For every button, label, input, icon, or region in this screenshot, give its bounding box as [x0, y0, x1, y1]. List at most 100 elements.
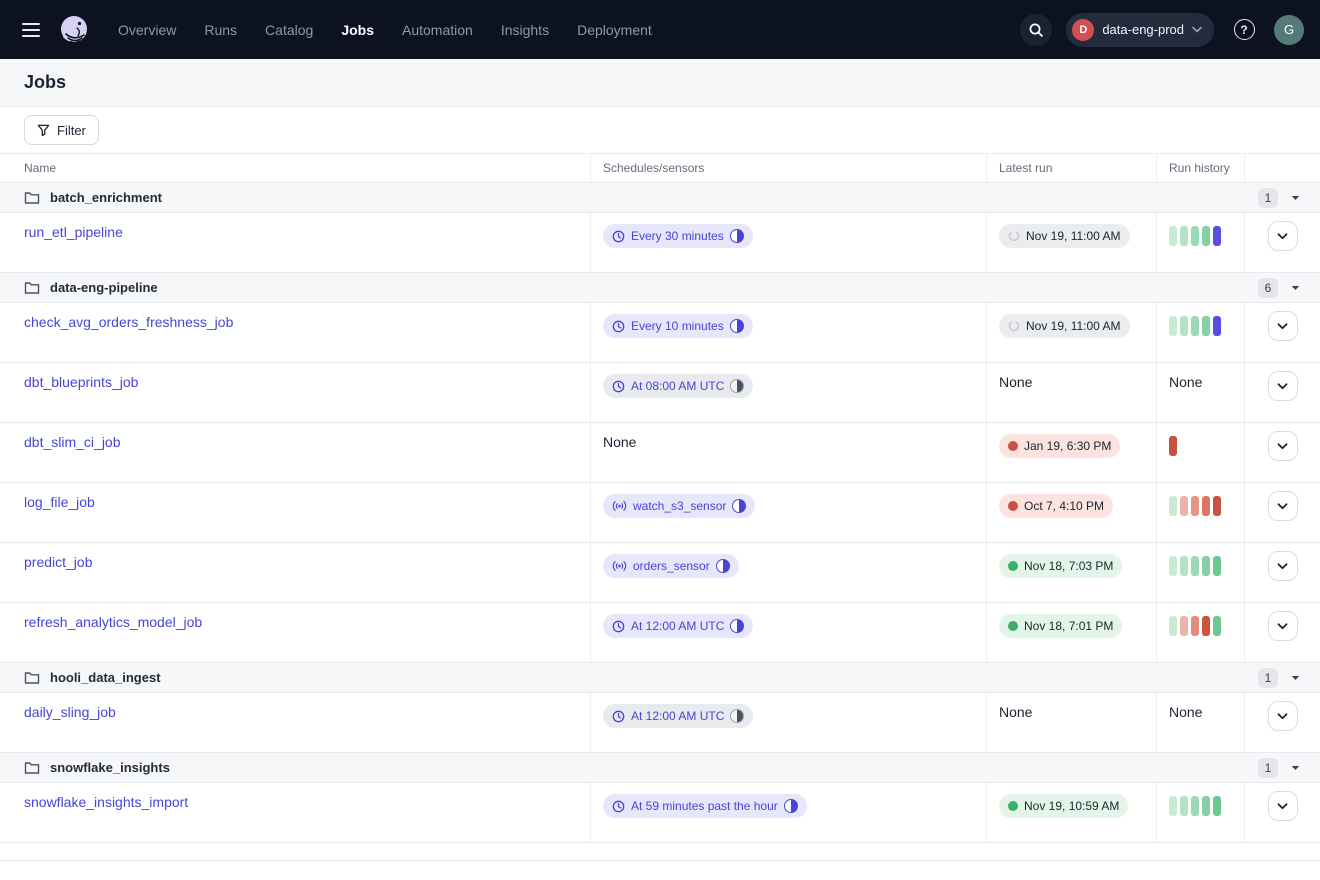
run-history-bars[interactable] — [1169, 554, 1232, 576]
latest-run-chip[interactable]: Jan 19, 6:30 PM — [999, 434, 1120, 458]
run-history-bar[interactable] — [1191, 226, 1199, 246]
caret-down-icon[interactable] — [1291, 765, 1300, 771]
schedule-chip[interactable]: Every 10 minutes — [603, 314, 753, 338]
job-link[interactable]: snowflake_insights_import — [24, 794, 188, 810]
help-button[interactable]: ? — [1228, 14, 1260, 46]
latest-run-chip[interactable]: Nov 18, 7:01 PM — [999, 614, 1122, 638]
run-history-bar[interactable] — [1169, 226, 1177, 246]
nav-item-overview[interactable]: Overview — [118, 22, 176, 38]
dagster-logo-icon[interactable] — [54, 10, 94, 50]
deployment-switcher[interactable]: D data-eng-prod — [1066, 13, 1214, 47]
run-history-bar[interactable] — [1213, 796, 1221, 816]
run-history-bar[interactable] — [1169, 556, 1177, 576]
run-history-bar[interactable] — [1169, 496, 1177, 516]
run-history-bars[interactable] — [1169, 794, 1232, 816]
job-link[interactable]: run_etl_pipeline — [24, 224, 123, 240]
nav-item-deployment[interactable]: Deployment — [577, 22, 652, 38]
run-history-bar[interactable] — [1191, 616, 1199, 636]
run-history-bar[interactable] — [1202, 226, 1210, 246]
run-history-bars[interactable] — [1169, 224, 1232, 246]
schedule-toggle-icon[interactable] — [730, 319, 744, 333]
run-history-bars[interactable] — [1169, 434, 1232, 456]
sensor-chip[interactable]: orders_sensor — [603, 554, 739, 578]
row-expand-button[interactable] — [1268, 311, 1298, 341]
run-history-bar[interactable] — [1202, 556, 1210, 576]
group-row-snowflake_insights[interactable]: snowflake_insights1 — [0, 753, 1320, 783]
latest-run-chip[interactable]: Oct 7, 4:10 PM — [999, 494, 1113, 518]
caret-down-icon[interactable] — [1291, 675, 1300, 681]
schedule-toggle-icon[interactable] — [730, 379, 744, 393]
group-row-batch_enrichment[interactable]: batch_enrichment1 — [0, 183, 1320, 213]
run-history-bar[interactable] — [1180, 226, 1188, 246]
row-expand-button[interactable] — [1268, 611, 1298, 641]
run-history-bar[interactable] — [1202, 496, 1210, 516]
row-expand-button[interactable] — [1268, 551, 1298, 581]
search-button[interactable] — [1020, 14, 1052, 46]
latest-run-chip[interactable]: Nov 18, 7:03 PM — [999, 554, 1122, 578]
latest-run-chip[interactable]: Nov 19, 11:00 AM — [999, 314, 1130, 338]
run-history-bars[interactable] — [1169, 494, 1232, 516]
run-history-bar[interactable] — [1213, 556, 1221, 576]
run-history-bar[interactable] — [1213, 316, 1221, 336]
run-history-bar[interactable] — [1180, 796, 1188, 816]
nav-item-automation[interactable]: Automation — [402, 22, 473, 38]
job-link[interactable]: log_file_job — [24, 494, 95, 510]
run-history-bar[interactable] — [1169, 796, 1177, 816]
row-expand-button[interactable] — [1268, 431, 1298, 461]
nav-item-jobs[interactable]: Jobs — [341, 22, 374, 38]
row-expand-button[interactable] — [1268, 371, 1298, 401]
schedule-chip[interactable]: At 08:00 AM UTC — [603, 374, 753, 398]
filter-button[interactable]: Filter — [24, 115, 99, 145]
row-expand-button[interactable] — [1268, 221, 1298, 251]
run-history-bar[interactable] — [1191, 496, 1199, 516]
run-history-bar[interactable] — [1169, 316, 1177, 336]
sensor-toggle-icon[interactable] — [716, 559, 730, 573]
run-history-bar[interactable] — [1213, 616, 1221, 636]
schedule-chip[interactable]: Every 30 minutes — [603, 224, 753, 248]
run-history-bar[interactable] — [1191, 796, 1199, 816]
row-expand-button[interactable] — [1268, 491, 1298, 521]
nav-item-insights[interactable]: Insights — [501, 22, 549, 38]
schedule-toggle-icon[interactable] — [730, 229, 744, 243]
row-expand-button[interactable] — [1268, 791, 1298, 821]
run-history-bars[interactable] — [1169, 314, 1232, 336]
run-history-bar[interactable] — [1213, 226, 1221, 246]
run-history-bar[interactable] — [1180, 556, 1188, 576]
run-history-bar[interactable] — [1213, 496, 1221, 516]
job-link[interactable]: check_avg_orders_freshness_job — [24, 314, 233, 330]
run-history-bar[interactable] — [1202, 316, 1210, 336]
schedule-chip[interactable]: At 59 minutes past the hour — [603, 794, 807, 818]
schedule-chip[interactable]: At 12:00 AM UTC — [603, 614, 753, 638]
job-link[interactable]: daily_sling_job — [24, 704, 116, 720]
schedule-toggle-icon[interactable] — [784, 799, 798, 813]
latest-run-chip[interactable]: Nov 19, 11:00 AM — [999, 224, 1130, 248]
run-history-bar[interactable] — [1169, 436, 1177, 456]
menu-icon[interactable] — [16, 15, 46, 45]
run-history-bar[interactable] — [1180, 616, 1188, 636]
schedule-toggle-icon[interactable] — [730, 619, 744, 633]
schedule-chip[interactable]: At 12:00 AM UTC — [603, 704, 753, 728]
caret-down-icon[interactable] — [1291, 285, 1300, 291]
run-history-bar[interactable] — [1202, 796, 1210, 816]
run-history-bar[interactable] — [1191, 556, 1199, 576]
run-history-bar[interactable] — [1180, 496, 1188, 516]
schedule-toggle-icon[interactable] — [730, 709, 744, 723]
group-row-data-eng-pipeline[interactable]: data-eng-pipeline6 — [0, 273, 1320, 303]
run-history-bar[interactable] — [1202, 616, 1210, 636]
job-link[interactable]: dbt_slim_ci_job — [24, 434, 121, 450]
caret-down-icon[interactable] — [1291, 195, 1300, 201]
run-history-bar[interactable] — [1180, 316, 1188, 336]
row-expand-button[interactable] — [1268, 701, 1298, 731]
sensor-chip[interactable]: watch_s3_sensor — [603, 494, 755, 518]
job-link[interactable]: dbt_blueprints_job — [24, 374, 138, 390]
job-link[interactable]: predict_job — [24, 554, 93, 570]
user-avatar[interactable]: G — [1274, 15, 1304, 45]
run-history-bars[interactable] — [1169, 614, 1232, 636]
nav-item-runs[interactable]: Runs — [204, 22, 237, 38]
job-link[interactable]: refresh_analytics_model_job — [24, 614, 202, 630]
latest-run-chip[interactable]: Nov 19, 10:59 AM — [999, 794, 1128, 818]
run-history-bar[interactable] — [1169, 616, 1177, 636]
group-row-hooli_data_ingest[interactable]: hooli_data_ingest1 — [0, 663, 1320, 693]
nav-item-catalog[interactable]: Catalog — [265, 22, 313, 38]
run-history-bar[interactable] — [1191, 316, 1199, 336]
